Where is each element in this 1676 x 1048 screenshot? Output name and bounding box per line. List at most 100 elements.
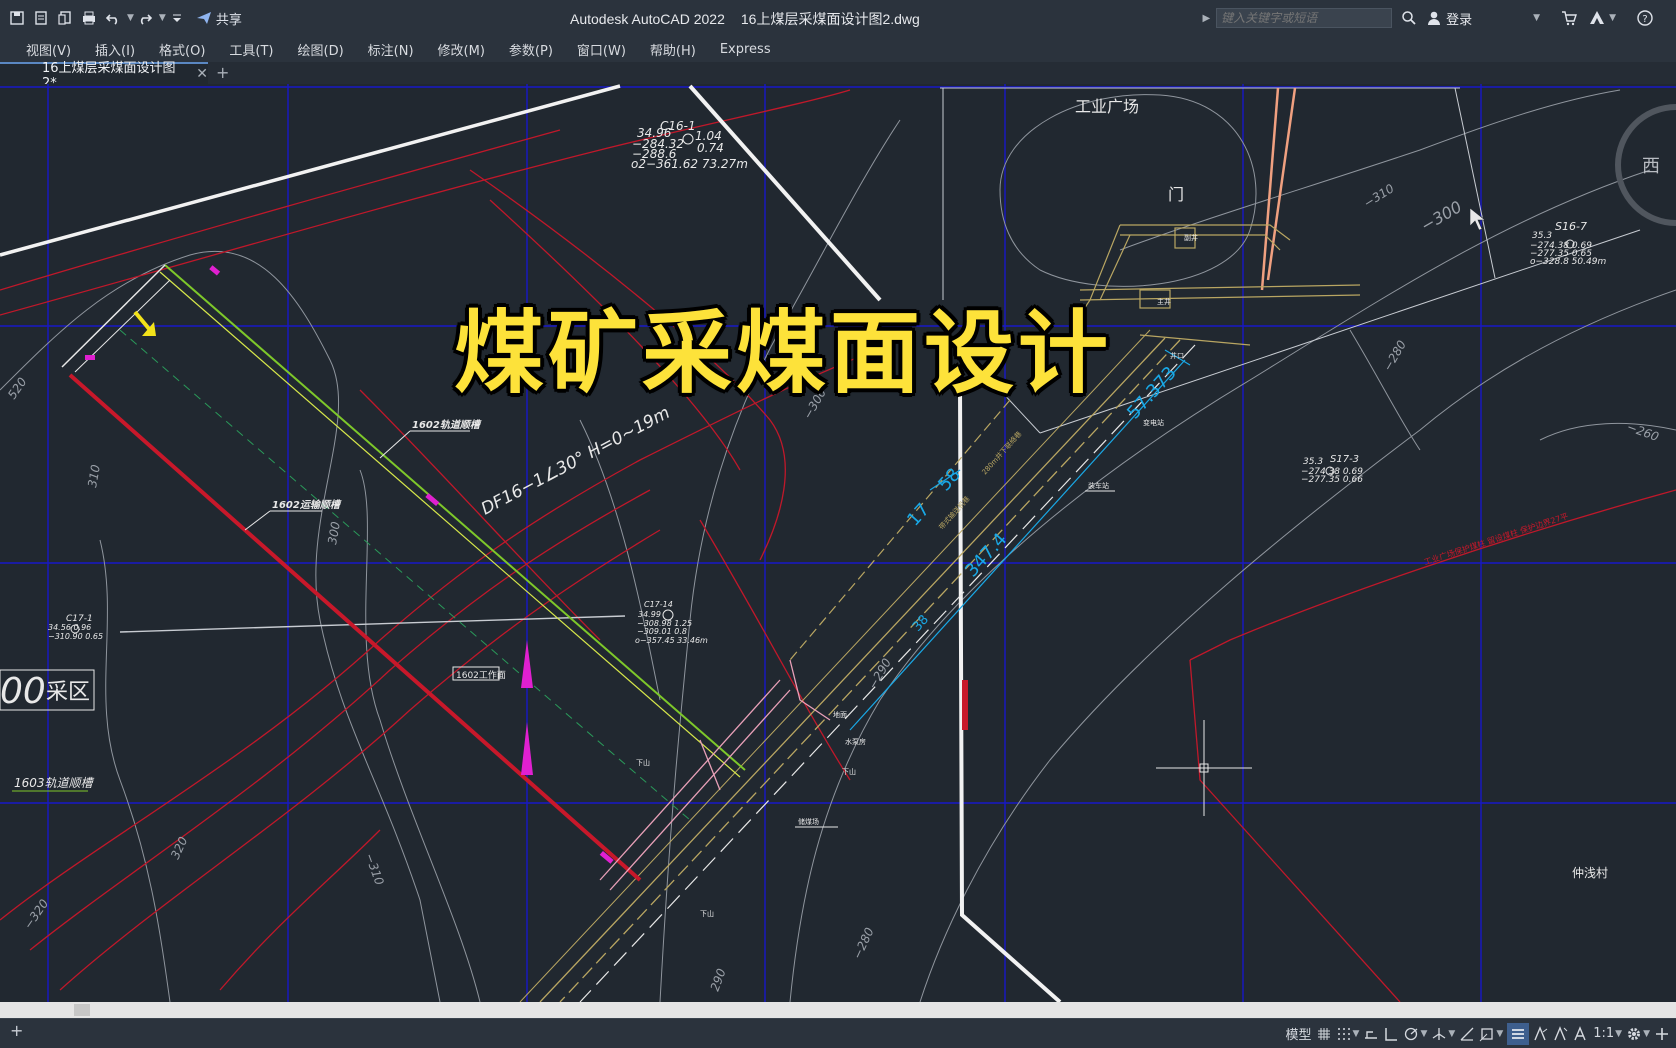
login-label: 登录 [1446, 12, 1473, 28]
menu-view[interactable]: 视图(V) [26, 40, 71, 59]
borehole-c17-14-line3: −309.01 0.8 [637, 627, 687, 636]
menu-parametric[interactable]: 参数(P) [509, 40, 553, 59]
borehole-c16-line4: o2−361.62 73.27m [631, 157, 748, 171]
menu-dimension[interactable]: 标注(N) [368, 40, 414, 59]
cart-icon[interactable] [1558, 7, 1580, 29]
ortho-icon[interactable] [1383, 1023, 1399, 1045]
redo-dropdown-icon[interactable]: ▼ [159, 13, 166, 23]
label-1602-track-roadway: 1602轨道顺槽 [412, 419, 482, 431]
close-icon[interactable]: ✕ [196, 66, 208, 82]
search-icon[interactable] [1398, 7, 1420, 29]
horizontal-scrollbar[interactable] [0, 1002, 1676, 1018]
polar-tracking-icon[interactable] [1403, 1023, 1419, 1045]
snap-dropdown-icon[interactable]: ▼ [1353, 1029, 1360, 1039]
annotation-scale-icon[interactable] [1573, 1023, 1589, 1045]
isometric-dropdown-icon[interactable]: ▼ [1448, 1029, 1455, 1039]
login-dropdown-icon[interactable]: ▼ [1533, 13, 1540, 23]
borehole-c17-14-line1: 34.99 [638, 610, 661, 619]
label-1602-transport-roadway: 1602运输顺槽 [272, 499, 342, 511]
save-as-icon[interactable] [30, 7, 52, 29]
scale-dropdown-icon[interactable]: ▼ [1615, 1029, 1622, 1039]
title-bar: ▼ ▼ 共享 Autodesk AutoCAD 2022 16上煤层采煤面设计图2… [0, 0, 1676, 36]
grid-icon[interactable] [1316, 1023, 1332, 1045]
label-down-3: 下山 [842, 767, 856, 776]
drawing-canvas[interactable]: 西 工业广场 门 C16-1 34.96 1.04 −284.32 0.74 −… [0, 84, 1676, 1002]
label-substation: 变电站 [1143, 418, 1164, 427]
share-button[interactable]: 共享 [196, 9, 242, 28]
a360-dropdown-icon[interactable]: ▼ [1609, 13, 1616, 23]
label-loading: 装车站 [1088, 481, 1109, 490]
customize-plus-icon[interactable] [1654, 1023, 1670, 1045]
label-aux-well: 副井 [1184, 233, 1198, 242]
undo-dropdown-icon[interactable]: ▼ [127, 13, 134, 23]
scale-button[interactable]: 1:1 [1593, 1023, 1614, 1045]
new-tab-button[interactable]: + [216, 63, 229, 82]
file-name: 16上煤层采煤面设计图2.dwg [740, 11, 920, 27]
borehole-s16-name: S16-7 [1555, 220, 1587, 233]
menu-bar: 视图(V) 插入(I) 格式(O) 工具(T) 绘图(D) 标注(N) 修改(M… [0, 36, 1676, 62]
auto-scale-icon[interactable] [1553, 1023, 1569, 1045]
menu-format[interactable]: 格式(O) [159, 40, 205, 59]
menu-express[interactable]: Express [720, 42, 771, 57]
menu-tools[interactable]: 工具(T) [229, 40, 273, 59]
borehole-c17-1-line1: 34.56 0.96 [48, 623, 91, 632]
search-input[interactable] [1216, 8, 1393, 28]
scrollbar-thumb[interactable] [74, 1004, 90, 1016]
login-button[interactable]: 登录 [1426, 9, 1472, 28]
share-label: 共享 [215, 12, 242, 28]
label-mine-entry: 井口 [1170, 351, 1184, 360]
lineweight-icon[interactable] [1507, 1022, 1530, 1045]
customize-caret-icon[interactable] [166, 7, 188, 29]
autodesk-a360-icon[interactable] [1586, 7, 1608, 29]
label-gate: 门 [1168, 185, 1184, 204]
workspace-dropdown-icon[interactable]: ▼ [1643, 1029, 1650, 1039]
menu-help[interactable]: 帮助(H) [650, 40, 696, 59]
borehole-c17-14-name: C17-14 [644, 600, 673, 609]
polar-dropdown-icon[interactable]: ▼ [1420, 1029, 1427, 1039]
label-area-number: 00 [0, 671, 46, 712]
svg-text:?: ? [1642, 14, 1647, 25]
borehole-s17-line3: −277.35 0.66 [1301, 475, 1363, 485]
save-icon[interactable] [6, 7, 28, 29]
overlay-title: 煤矿采煤面设计 [454, 301, 1112, 406]
object-snap-icon[interactable] [1479, 1023, 1495, 1045]
label-1602-face: 1602工作面 [456, 669, 506, 681]
annotation-visibility-icon[interactable] [1533, 1023, 1549, 1045]
menu-insert[interactable]: 插入(I) [95, 40, 135, 59]
label-ground: 地面 [833, 710, 847, 719]
help-icon[interactable]: ? [1634, 7, 1656, 29]
search-expand-icon[interactable]: ▶ [1202, 13, 1210, 24]
add-layout-button[interactable]: + [10, 1021, 23, 1040]
label-1603-track-roadway: 1603轨道顺槽 [14, 776, 95, 790]
plot-icon[interactable] [78, 7, 100, 29]
borehole-s17-name: S17-3 [1330, 454, 1359, 465]
tab-drawing[interactable]: 16上煤层采煤面设计图2* ✕ [0, 61, 208, 91]
menu-window[interactable]: 窗口(W) [577, 40, 626, 59]
label-main-well: 主井 [1157, 297, 1171, 306]
label-mining-area: 采区 [46, 680, 90, 705]
workspace-gear-icon[interactable] [1626, 1023, 1642, 1045]
label-down-2: 下山 [636, 758, 650, 767]
menu-modify[interactable]: 修改(M) [438, 40, 485, 59]
undo-icon[interactable] [102, 7, 124, 29]
borehole-c17-1-line2: −310.90 0.65 [48, 632, 103, 641]
redo-icon[interactable] [134, 7, 156, 29]
isometric-icon[interactable] [1431, 1023, 1447, 1045]
label-down: 下山 [700, 909, 714, 918]
snap-icon[interactable] [1336, 1023, 1352, 1045]
label-village: 仲浅村 [1572, 866, 1608, 880]
send-icon [196, 12, 211, 24]
publish-icon[interactable] [54, 7, 76, 29]
object-snap-tracking-icon[interactable] [1459, 1023, 1475, 1045]
object-snap-dropdown-icon[interactable]: ▼ [1496, 1029, 1503, 1039]
quick-access-toolbar: ▼ ▼ [6, 7, 190, 29]
borehole-c17-14-line4: o−357.45 33.46m [635, 636, 708, 645]
model-space-button[interactable]: 模型 [1286, 1023, 1312, 1045]
borehole-c16-line2b: 0.74 [697, 141, 724, 155]
infer-constraints-icon[interactable] [1363, 1023, 1379, 1045]
viewcube-west-label[interactable]: 西 [1642, 156, 1660, 177]
red-marker [962, 680, 968, 730]
app-name: Autodesk AutoCAD 2022 [570, 11, 725, 27]
user-icon [1428, 11, 1441, 25]
menu-draw[interactable]: 绘图(D) [298, 40, 344, 59]
